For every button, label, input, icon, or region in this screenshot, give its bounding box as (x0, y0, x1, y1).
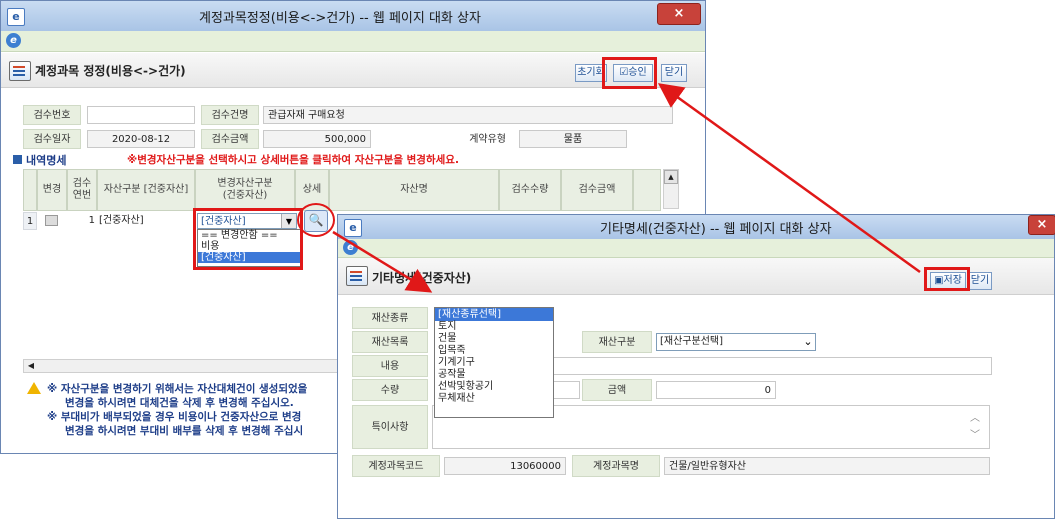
annotation-arrows (332, 83, 921, 293)
arrow-detail-to-dialog (332, 230, 433, 293)
arrow-save-to-approve (657, 83, 921, 274)
